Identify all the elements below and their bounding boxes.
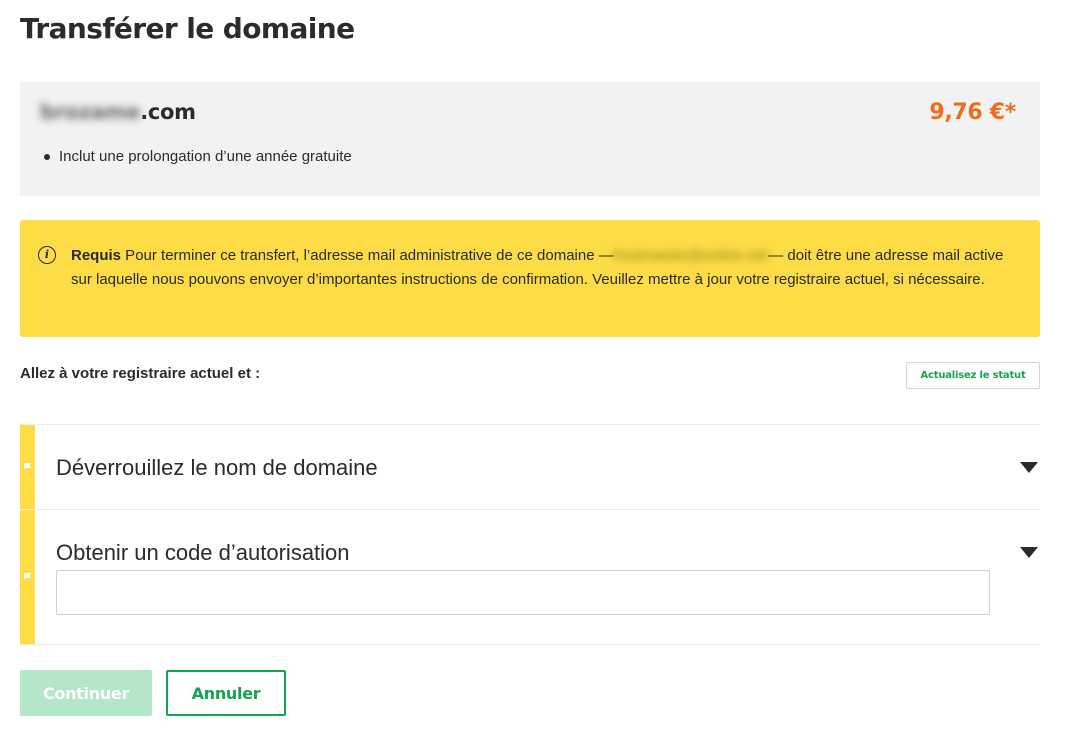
flag-icon [24, 463, 31, 469]
info-icon: i [38, 246, 56, 264]
step-auth-code: Obtenir un code d’autorisation [20, 509, 1040, 645]
alert-text-before: Pour terminer ce transfert, l’adresse ma… [121, 247, 614, 264]
page-title: Transférer le domaine [20, 12, 355, 45]
continue-button[interactable]: Continuer [20, 670, 152, 716]
required-alert: i Requis Pour terminer ce transfert, l’a… [20, 220, 1040, 337]
registrar-instructions-label: Allez à votre registraire actuel et : [20, 365, 261, 382]
step-title: Obtenir un code d’autorisation [56, 540, 350, 565]
cancel-button[interactable]: Annuler [166, 670, 286, 716]
step-status-bar [20, 510, 35, 644]
refresh-status-button[interactable]: Actualisez le statut [906, 362, 1040, 389]
admin-email-blurred: hostmaster@online.net [613, 247, 769, 264]
domain-card: brozame.com 9,76 €* Inclut une prolongat… [20, 82, 1040, 196]
domain-tld: .com [140, 100, 196, 124]
step-unlock-domain[interactable]: Déverrouillez le nom de domaine [20, 424, 1040, 509]
chevron-down-icon[interactable] [1020, 547, 1038, 558]
chevron-down-icon[interactable] [1020, 462, 1038, 473]
feature-item: Inclut une prolongation d’une année grat… [44, 148, 352, 165]
alert-message: Requis Pour terminer ce transfert, l’adr… [71, 244, 1011, 292]
auth-code-input[interactable] [56, 570, 990, 615]
step-title: Déverrouillez le nom de domaine [56, 455, 378, 480]
alert-required-label: Requis [71, 247, 122, 264]
bullet-icon [44, 153, 50, 160]
domain-price: 9,76 €* [929, 100, 1016, 125]
domain-name: brozame.com [40, 100, 196, 124]
flag-icon [24, 573, 31, 579]
feature-text: Inclut une prolongation d’une année grat… [59, 148, 352, 165]
domain-name-blurred: brozame [40, 100, 141, 124]
step-status-bar [20, 425, 35, 509]
